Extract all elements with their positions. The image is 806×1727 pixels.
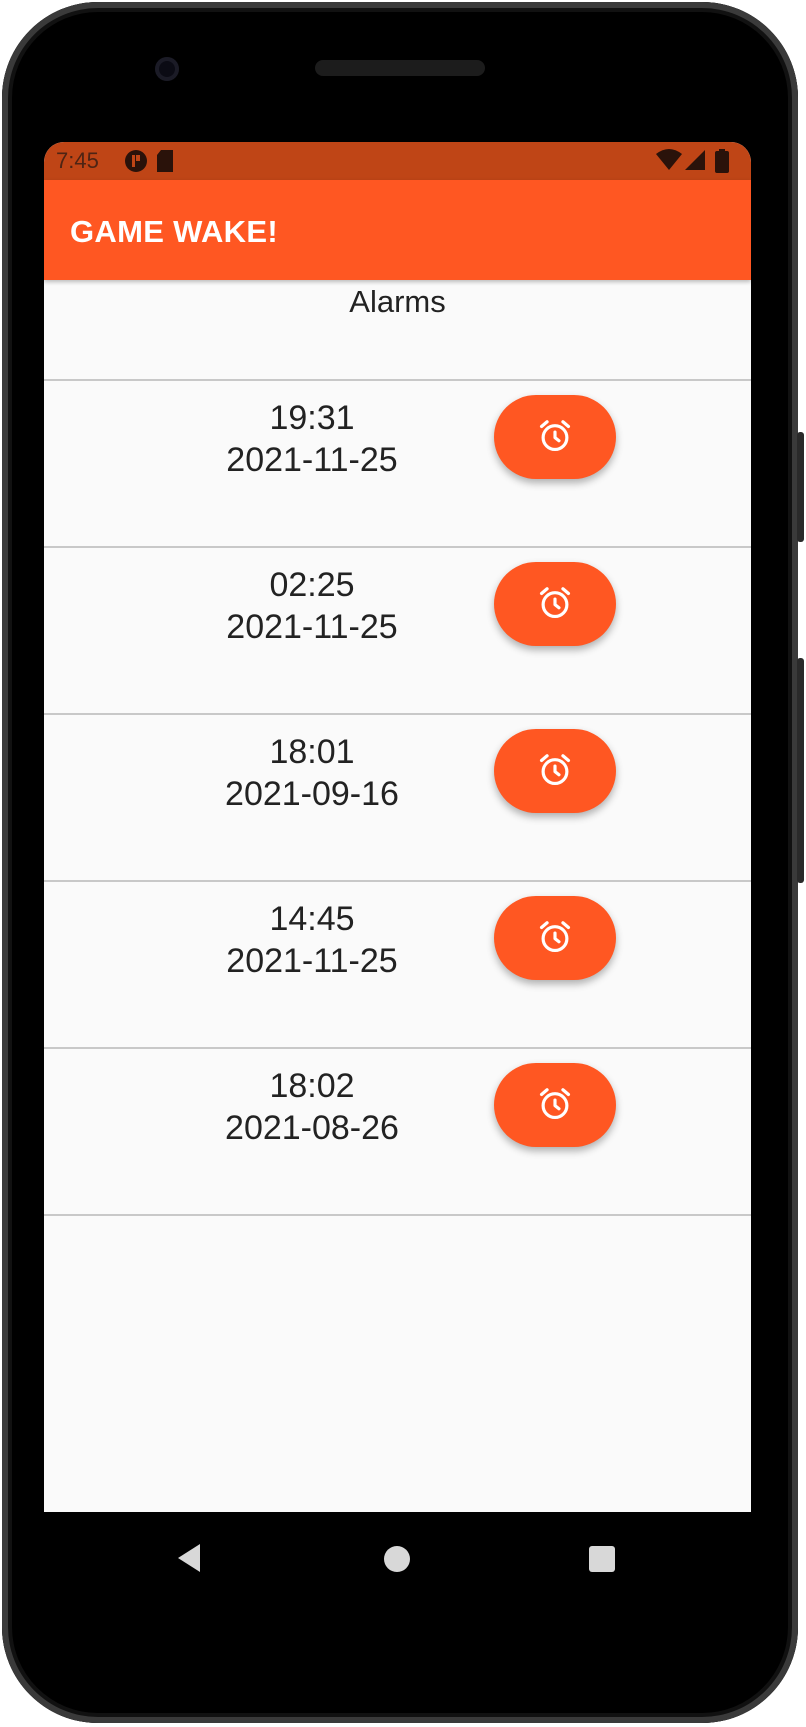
alarm-date: 2021-09-16 — [225, 775, 399, 813]
alarm-date: 2021-11-25 — [226, 441, 398, 479]
screen: 7:45 GAME WAKE! Alarms 19:31 2021-11-25 02… — [44, 142, 751, 1512]
alarm-clock-icon — [536, 751, 574, 792]
alarm-clock-icon — [536, 1085, 574, 1126]
home-circle-icon[interactable] — [384, 1546, 410, 1572]
wifi-icon — [656, 149, 682, 176]
battery-icon — [715, 149, 729, 178]
alarm-button[interactable] — [494, 896, 616, 980]
alarm-button[interactable] — [494, 1063, 616, 1147]
alarm-datetime: 19:31 2021-11-25 — [147, 397, 477, 481]
alarm-list: 19:31 2021-11-25 02:25 2021-11-25 18:01 2021-… — [44, 379, 751, 1216]
alarm-row: 14:45 2021-11-25 — [44, 880, 751, 1047]
status-time: 7:45 — [56, 148, 99, 173]
app-title: GAME WAKE! — [70, 214, 278, 249]
alarm-clock-icon — [536, 417, 574, 458]
alarm-date: 2021-11-25 — [226, 608, 398, 646]
front-camera — [155, 57, 179, 81]
recents-square-icon[interactable] — [589, 1546, 615, 1572]
alarm-datetime: 18:01 2021-09-16 — [147, 731, 477, 815]
alarm-clock-icon — [536, 918, 574, 959]
alarm-row: 18:01 2021-09-16 — [44, 713, 751, 880]
alarm-time: 18:02 — [269, 1067, 355, 1105]
alarm-button[interactable] — [494, 729, 616, 813]
alarm-time: 14:45 — [269, 900, 355, 938]
alarm-row: 02:25 2021-11-25 — [44, 546, 751, 713]
alarm-datetime: 14:45 2021-11-25 — [147, 898, 477, 982]
cell-signal-icon — [684, 149, 706, 176]
sd-card-icon — [156, 149, 174, 178]
alarm-button[interactable] — [494, 562, 616, 646]
alarms-heading: Alarms — [349, 284, 446, 319]
navigation-bar — [0, 1512, 806, 1612]
alarm-button[interactable] — [494, 395, 616, 479]
alarm-row: 19:31 2021-11-25 — [44, 379, 751, 546]
alarm-datetime: 02:25 2021-11-25 — [147, 564, 477, 648]
alarm-datetime: 18:02 2021-08-26 — [147, 1065, 477, 1149]
alarm-date: 2021-11-25 — [226, 942, 398, 980]
alarm-clock-icon — [536, 584, 574, 625]
status-bar: 7:45 — [44, 142, 751, 180]
alarm-time: 18:01 — [269, 733, 355, 771]
alarm-row: 18:02 2021-08-26 — [44, 1047, 751, 1216]
volume-button — [797, 432, 804, 542]
earpiece-speaker — [315, 60, 485, 76]
alarm-time: 19:31 — [269, 399, 355, 437]
power-button — [797, 658, 804, 883]
alarm-date: 2021-08-26 — [225, 1109, 399, 1147]
back-triangle-icon[interactable] — [176, 1542, 202, 1579]
notification-app-icon — [124, 149, 148, 178]
app-bar: GAME WAKE! — [44, 180, 751, 280]
alarm-time: 02:25 — [269, 566, 355, 604]
